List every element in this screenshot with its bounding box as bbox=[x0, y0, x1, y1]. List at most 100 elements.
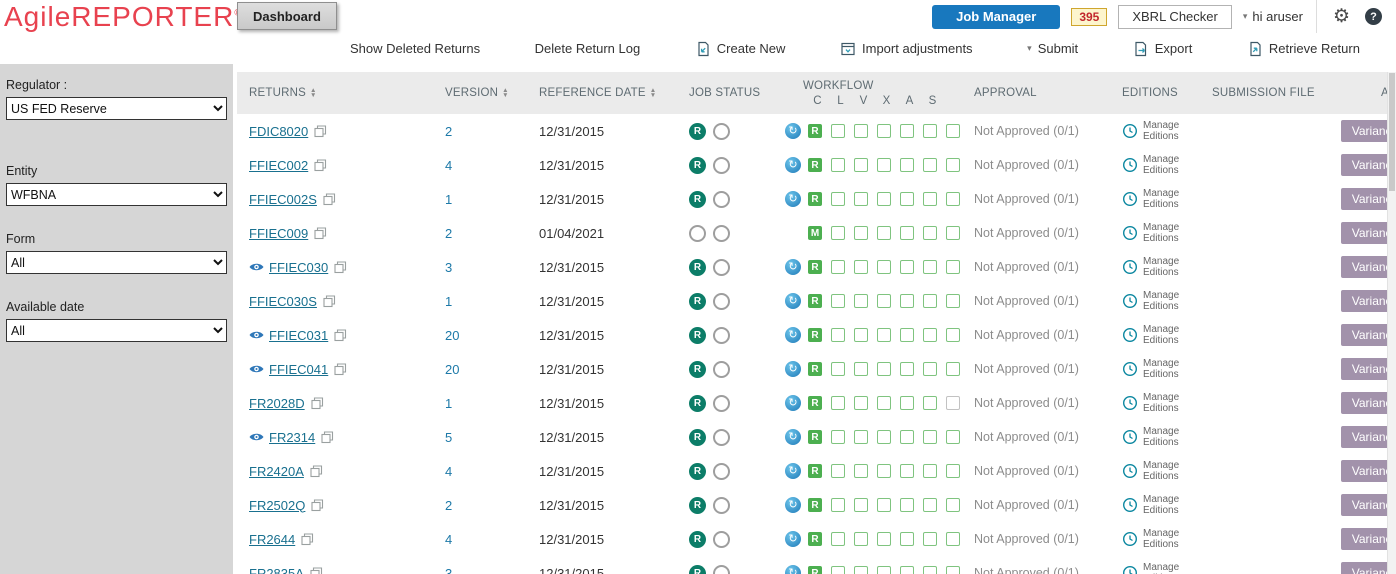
copy-icon[interactable] bbox=[334, 260, 347, 274]
workflow-checkbox[interactable] bbox=[877, 328, 891, 342]
return-link[interactable]: FFIEC002S bbox=[249, 192, 317, 207]
workflow-status-badge[interactable]: M bbox=[808, 226, 822, 240]
workflow-checkbox[interactable] bbox=[831, 532, 845, 546]
return-link[interactable]: FFIEC030S bbox=[249, 294, 317, 309]
workflow-checkbox[interactable] bbox=[854, 464, 868, 478]
job-status-indicator[interactable]: R bbox=[689, 122, 706, 140]
workflow-checkbox[interactable] bbox=[831, 124, 845, 138]
workflow-checkbox[interactable] bbox=[923, 498, 937, 512]
workflow-checkbox[interactable] bbox=[946, 192, 960, 206]
workflow-status-badge[interactable]: R bbox=[808, 362, 822, 376]
copy-icon[interactable] bbox=[334, 328, 347, 342]
toolbar-show-deleted-returns[interactable]: Show Deleted Returns bbox=[350, 41, 480, 56]
manage-editions-link[interactable]: Manage Editions bbox=[1110, 386, 1200, 420]
update-icon[interactable]: ↻ bbox=[785, 463, 801, 479]
sort-icon[interactable]: ▲ ▼ bbox=[310, 87, 317, 99]
copy-icon[interactable] bbox=[310, 566, 323, 574]
workflow-checkbox[interactable] bbox=[900, 124, 914, 138]
job-manager-button[interactable]: Job Manager bbox=[932, 4, 1061, 29]
manage-editions-link[interactable]: Manage Editions bbox=[1110, 556, 1200, 574]
eye-icon[interactable] bbox=[249, 262, 264, 272]
return-link[interactable]: FDIC8020 bbox=[249, 124, 308, 139]
return-link[interactable]: FR2314 bbox=[269, 430, 315, 445]
workflow-checkbox[interactable] bbox=[900, 260, 914, 274]
return-link[interactable]: FR2028D bbox=[249, 396, 305, 411]
tab-dashboard[interactable]: Dashboard bbox=[237, 2, 337, 30]
toolbar-import-adjustments[interactable]: Import adjustments bbox=[840, 41, 973, 57]
return-link[interactable]: FFIEC009 bbox=[249, 226, 308, 241]
column-header-reference-date[interactable]: REFERENCE DATE ▲ ▼ bbox=[527, 72, 677, 114]
update-icon[interactable]: ↻ bbox=[785, 327, 801, 343]
workflow-checkbox[interactable] bbox=[877, 464, 891, 478]
manage-editions-link[interactable]: Manage Editions bbox=[1110, 148, 1200, 182]
update-icon[interactable]: ↻ bbox=[785, 361, 801, 377]
sort-icon[interactable]: ▲ ▼ bbox=[650, 87, 657, 99]
job-status-indicator[interactable]: R bbox=[689, 564, 706, 574]
workflow-checkbox[interactable] bbox=[877, 226, 891, 240]
workflow-checkbox[interactable] bbox=[831, 498, 845, 512]
workflow-checkbox[interactable] bbox=[900, 430, 914, 444]
toolbar-retrieve-return[interactable]: Retrieve Return bbox=[1247, 41, 1360, 57]
workflow-checkbox[interactable] bbox=[854, 498, 868, 512]
scrollbar-thumb[interactable] bbox=[1389, 73, 1395, 191]
workflow-checkbox[interactable] bbox=[877, 498, 891, 512]
copy-icon[interactable] bbox=[314, 158, 327, 172]
workflow-status-badge[interactable]: R bbox=[808, 124, 822, 138]
manage-editions-link[interactable]: Manage Editions bbox=[1110, 420, 1200, 454]
workflow-status-badge[interactable]: R bbox=[808, 498, 822, 512]
workflow-checkbox[interactable] bbox=[854, 396, 868, 410]
workflow-checkbox[interactable] bbox=[946, 260, 960, 274]
copy-icon[interactable] bbox=[323, 294, 336, 308]
workflow-status-badge[interactable]: R bbox=[808, 192, 822, 206]
manage-editions-link[interactable]: Manage Editions bbox=[1110, 182, 1200, 216]
return-link[interactable]: FFIEC031 bbox=[269, 328, 328, 343]
workflow-checkbox[interactable] bbox=[900, 464, 914, 478]
entity-select[interactable]: WFBNA bbox=[6, 183, 227, 206]
workflow-checkbox[interactable] bbox=[900, 226, 914, 240]
workflow-checkbox[interactable] bbox=[854, 328, 868, 342]
notification-count-badge[interactable]: 395 bbox=[1071, 7, 1108, 26]
update-icon[interactable]: ↻ bbox=[785, 531, 801, 547]
return-link[interactable]: FFIEC002 bbox=[249, 158, 308, 173]
workflow-checkbox[interactable] bbox=[946, 294, 960, 308]
copy-icon[interactable] bbox=[334, 362, 347, 376]
workflow-checkbox[interactable] bbox=[946, 328, 960, 342]
xbrl-checker-button[interactable]: XBRL Checker bbox=[1118, 4, 1232, 29]
manage-editions-link[interactable]: Manage Editions bbox=[1110, 488, 1200, 522]
job-status-indicator[interactable]: R bbox=[689, 360, 706, 378]
workflow-checkbox[interactable] bbox=[877, 260, 891, 274]
toolbar-delete-return-log[interactable]: Delete Return Log bbox=[535, 41, 641, 56]
job-status-indicator[interactable]: R bbox=[689, 326, 706, 344]
job-status-indicator[interactable]: R bbox=[689, 462, 706, 480]
workflow-checkbox[interactable] bbox=[923, 158, 937, 172]
workflow-checkbox[interactable] bbox=[877, 396, 891, 410]
workflow-checkbox[interactable] bbox=[946, 158, 960, 172]
vertical-scrollbar[interactable] bbox=[1387, 72, 1396, 574]
return-link[interactable]: FFIEC030 bbox=[269, 260, 328, 275]
workflow-checkbox[interactable] bbox=[923, 566, 937, 574]
workflow-status-badge[interactable]: R bbox=[808, 532, 822, 546]
manage-editions-link[interactable]: Manage Editions bbox=[1110, 522, 1200, 556]
workflow-checkbox[interactable] bbox=[923, 464, 937, 478]
update-icon[interactable]: ↻ bbox=[785, 123, 801, 139]
workflow-checkbox[interactable] bbox=[877, 532, 891, 546]
job-status-indicator[interactable]: R bbox=[689, 258, 706, 276]
workflow-status-badge[interactable]: R bbox=[808, 430, 822, 444]
workflow-status-badge[interactable]: R bbox=[808, 464, 822, 478]
workflow-checkbox[interactable] bbox=[923, 294, 937, 308]
update-icon[interactable]: ↻ bbox=[785, 157, 801, 173]
column-header-returns[interactable]: RETURNS ▲ ▼ bbox=[237, 72, 433, 114]
workflow-checkbox[interactable] bbox=[854, 158, 868, 172]
workflow-checkbox[interactable] bbox=[900, 192, 914, 206]
workflow-checkbox[interactable] bbox=[854, 226, 868, 240]
manage-editions-link[interactable]: Manage Editions bbox=[1110, 318, 1200, 352]
job-status-indicator[interactable]: R bbox=[689, 496, 706, 514]
workflow-checkbox[interactable] bbox=[946, 464, 960, 478]
workflow-checkbox[interactable] bbox=[946, 566, 960, 574]
update-icon[interactable]: ↻ bbox=[785, 497, 801, 513]
workflow-checkbox[interactable] bbox=[900, 396, 914, 410]
copy-icon[interactable] bbox=[311, 396, 324, 410]
workflow-checkbox[interactable] bbox=[831, 294, 845, 308]
copy-icon[interactable] bbox=[310, 464, 323, 478]
gear-icon[interactable]: ⚙ bbox=[1333, 7, 1350, 26]
